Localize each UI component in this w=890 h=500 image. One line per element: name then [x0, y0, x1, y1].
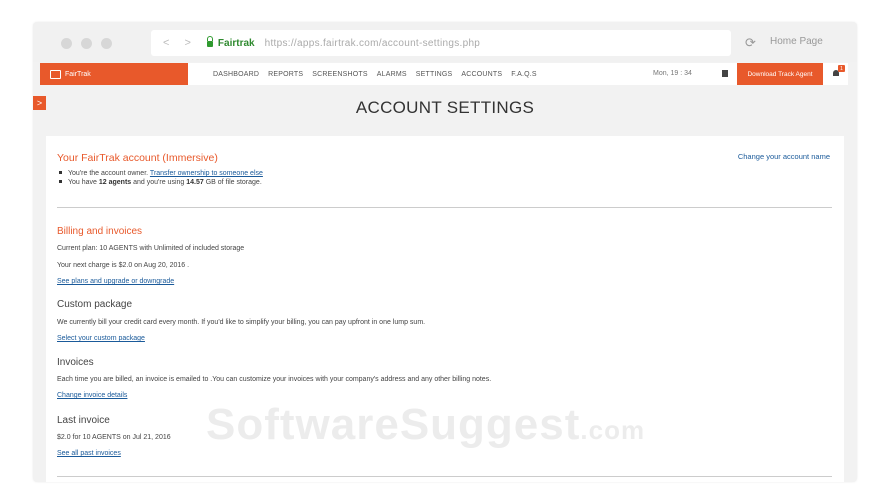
- custom-package-link[interactable]: Select your custom package: [57, 335, 145, 342]
- current-datetime: Mon, 19 : 34: [653, 70, 692, 77]
- next-charge-text: Your next charge is $2.0 on Aug 20, 2016…: [57, 262, 190, 269]
- download-agent-button[interactable]: Download Track Agent: [737, 63, 823, 85]
- agent-count: 12 agents: [98, 179, 132, 186]
- transfer-ownership-link[interactable]: Transfer ownership to someone else: [150, 170, 263, 177]
- nav-alarms[interactable]: ALARMS: [377, 71, 407, 78]
- custom-package-title: Custom package: [57, 299, 133, 310]
- section-divider: [57, 476, 832, 477]
- nav-accounts[interactable]: ACCOUNTS: [461, 71, 502, 78]
- lock-icon: [206, 36, 213, 47]
- watermark-text: SoftwareSuggest: [206, 400, 581, 449]
- last-invoice-title: Last invoice: [57, 415, 110, 426]
- site-name: Fairtrak: [217, 37, 255, 49]
- owner-text: You're the account owner.: [68, 170, 149, 177]
- storage-suffix: GB of file storage.: [205, 179, 262, 186]
- nav-settings[interactable]: SETTINGS: [416, 71, 453, 78]
- bullet-icon: [59, 180, 62, 183]
- document-icon[interactable]: [722, 70, 728, 77]
- account-info-list: You're the account owner. Transfer owner…: [59, 170, 263, 188]
- change-invoice-link[interactable]: Change invoice details: [57, 392, 127, 399]
- have-text: You have: [68, 179, 97, 186]
- reload-icon[interactable]: ⟳: [745, 35, 756, 51]
- invoices-text: Each time you are billed, an invoice is …: [57, 376, 492, 383]
- billing-title: Billing and invoices: [57, 226, 143, 237]
- address-bar[interactable]: < > Fairtrak https://apps.fairtrak.com/a…: [151, 30, 731, 56]
- last-invoice-text: $2.0 for 10 AGENTS on Jul 21, 2016: [57, 434, 171, 441]
- window-close-dot[interactable]: [61, 38, 72, 49]
- past-invoices-link[interactable]: See all past invoices: [57, 450, 121, 457]
- home-page-button[interactable]: Home Page: [770, 36, 823, 47]
- nav-dashboard[interactable]: DASHBOARD: [213, 71, 259, 78]
- main-nav: DASHBOARD REPORTS SCREENSHOTS ALARMS SET…: [213, 63, 546, 85]
- notification-badge: 1: [838, 65, 845, 72]
- invoices-title: Invoices: [57, 357, 94, 368]
- using-text: and you're using: [133, 179, 185, 186]
- watermark-suffix: .com: [580, 415, 646, 445]
- custom-package-text: We currently bill your credit card every…: [57, 319, 426, 326]
- nav-screenshots[interactable]: SCREENSHOTS: [312, 71, 368, 78]
- nav-faqs[interactable]: F.A.Q.S: [511, 71, 537, 78]
- bullet-icon: [59, 171, 62, 174]
- storage-amount: 14.57: [186, 179, 204, 186]
- app-header: FairTrak DASHBOARD REPORTS SCREENSHOTS A…: [40, 63, 848, 85]
- window-minimize-dot[interactable]: [81, 38, 92, 49]
- list-item: You're the account owner. Transfer owner…: [59, 170, 263, 177]
- monitor-icon: [50, 69, 61, 79]
- brand-logo[interactable]: FairTrak: [40, 63, 188, 85]
- window-maximize-dot[interactable]: [101, 38, 112, 49]
- section-divider: [57, 207, 832, 208]
- nav-reports[interactable]: REPORTS: [268, 71, 303, 78]
- account-title: Your FairTrak account (Immersive): [57, 152, 218, 164]
- current-plan-text: Current plan: 10 AGENTS with Unlimited o…: [57, 245, 245, 252]
- browser-window: < > Fairtrak https://apps.fairtrak.com/a…: [33, 22, 857, 482]
- plans-link[interactable]: See plans and upgrade or downgrade: [57, 278, 174, 285]
- brand-name: FairTrak: [65, 70, 91, 78]
- page-title: ACCOUNT SETTINGS: [355, 98, 535, 117]
- watermark: SoftwareSuggest.com: [206, 400, 645, 450]
- list-item: You have 12 agents and you're using 14.5…: [59, 179, 263, 186]
- back-forward-arrows[interactable]: < >: [163, 37, 197, 49]
- url-text[interactable]: https://apps.fairtrak.com/account-settin…: [265, 38, 481, 49]
- change-account-name-link[interactable]: Change your account name: [738, 152, 830, 161]
- browser-chrome: < > Fairtrak https://apps.fairtrak.com/a…: [33, 22, 857, 62]
